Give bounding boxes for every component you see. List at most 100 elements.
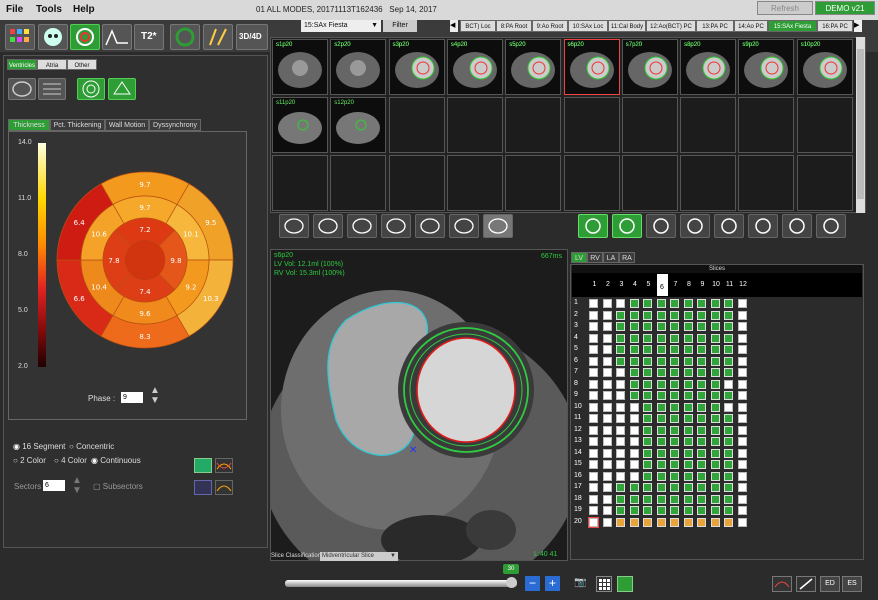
stack-icon[interactable] [38,78,66,100]
slice-phase-cell[interactable] [602,471,612,481]
slice-phase-cell[interactable] [697,391,706,400]
slice-phase-cell[interactable] [656,448,666,458]
thumbnail[interactable]: s2p20 s2p20 [330,39,387,95]
slice-phase-cell[interactable] [589,333,598,343]
slice-phase-cell[interactable] [683,506,693,515]
slice-phase-cell[interactable] [656,483,666,492]
phase-stepper[interactable]: ▲ ▼ [150,386,160,406]
face-icon[interactable] [38,24,68,50]
slice-phase-cell[interactable] [724,402,733,412]
slice-phase-cell[interactable] [724,322,733,331]
series-tab[interactable]: 11:Cal Body [608,20,646,32]
slice-phase-cell[interactable] [616,506,625,515]
radio-concentric[interactable]: ○ Concentric [69,442,114,451]
slice-phase-cell[interactable] [629,460,639,469]
series-tab[interactable]: 14:Ao PC [734,20,768,32]
slice-phase-cell[interactable] [589,322,598,331]
slice-phase-cell[interactable] [629,471,639,481]
zoom-icon[interactable] [714,214,744,238]
slice-phase-cell[interactable] [629,506,639,515]
thumbnail[interactable]: s8p20 s8p20 [680,39,737,95]
slice-phase-cell[interactable] [656,471,666,481]
subtab[interactable]: Atria [37,59,67,70]
slice-phase-cell[interactable] [643,310,652,320]
slice-phase-cell[interactable] [724,437,733,446]
slice-phase-cell[interactable] [710,402,720,412]
slice-phase-cell[interactable] [629,437,639,446]
flip-icon[interactable] [782,214,812,238]
slice-phase-cell[interactable] [683,483,693,492]
slice-phase-cell[interactable] [724,391,733,400]
chamber-tab[interactable]: LV [571,252,587,263]
slice-phase-cell[interactable] [697,437,706,446]
slice-phase-cell[interactable] [602,310,612,320]
slice-phase-cell[interactable] [616,460,625,469]
slice-phase-cell[interactable] [670,437,679,446]
slice-phase-cell[interactable] [670,299,679,308]
radio-2-color[interactable]: ○ 2 Color [13,456,46,465]
bullseye-icon[interactable] [77,78,105,100]
slice-phase-cell[interactable] [697,402,706,412]
slice-phase-cell[interactable] [697,471,706,481]
menu-tools[interactable]: Tools [36,4,62,15]
slice-phase-cell[interactable] [737,483,747,492]
slice-phase-cell[interactable] [737,322,747,331]
slice-phase-cell[interactable] [737,402,747,412]
slice-phase-cell[interactable] [629,391,639,400]
phase-row-label[interactable]: 16 [574,472,582,479]
subtab[interactable]: Ventricles [7,59,37,70]
slice-phase-cell[interactable] [724,333,733,343]
thumbnail[interactable]: s7p20 s7p20 [621,39,678,95]
flow-curve-icon[interactable] [102,24,132,50]
slice-phase-cell[interactable] [629,402,639,412]
slice-phase-cell[interactable] [683,333,693,343]
radio-continuous[interactable]: ◉ Continuous [91,456,141,465]
slice-phase-cell[interactable] [589,448,598,458]
slice-phase-cell[interactable] [629,333,639,343]
phase-row-label[interactable]: 18 [574,495,582,502]
slice-phase-cell[interactable] [629,494,639,504]
series-select[interactable]: 15:SAx Fiesta ▼ [301,20,381,32]
slice-phase-cell[interactable] [602,379,612,389]
undo-icon[interactable] [483,214,513,238]
slice-phase-cell[interactable] [643,471,652,481]
slice-phase-cell[interactable] [683,448,693,458]
grid-view-icon[interactable] [596,576,612,592]
slice-phase-cell[interactable] [724,471,733,481]
slice-phase-cell[interactable] [602,506,612,515]
series-tab[interactable]: 12:Ao(BCT) PC [646,20,696,32]
zoom-out-button[interactable]: − [525,576,540,591]
slice-phase-cell[interactable] [616,322,625,331]
slice-column-label[interactable]: 8 [684,280,695,290]
lv-contour-icon[interactable] [313,214,343,238]
slice-phase-cell[interactable] [602,368,612,377]
slice-phase-cell[interactable] [737,391,747,400]
slice-phase-cell[interactable] [683,322,693,331]
slice-phase-cell[interactable] [670,310,679,320]
slice-phase-cell[interactable] [683,310,693,320]
graph-tab[interactable]: Dyssynchrony [149,119,201,131]
phase-row-label[interactable]: 2 [574,311,578,318]
rv-contour-icon[interactable] [347,214,377,238]
slice-phase-cell[interactable] [616,391,625,400]
slice-phase-cell[interactable] [737,356,747,366]
slice-phase-cell[interactable] [697,460,706,469]
series-tab[interactable]: 16:PA PC [817,20,853,32]
slice-phase-cell[interactable] [656,437,666,446]
thumbnail[interactable]: s12p20 [330,97,387,153]
slice-phase-cell[interactable] [602,391,612,400]
slice-phase-cell[interactable] [710,506,720,515]
slice-phase-cell[interactable] [724,425,733,435]
slice-column-label[interactable]: 12 [738,280,749,290]
slice-phase-cell[interactable] [724,356,733,366]
subtab[interactable]: Other [67,59,97,70]
slice-phase-cell[interactable] [656,368,666,377]
slice-phase-cell[interactable] [616,483,625,492]
slice-phase-cell[interactable] [643,414,652,423]
thumbnail[interactable]: s4p20 s4p20 [446,39,503,95]
mode-3d4d-button[interactable]: 3D/4D [236,24,268,50]
slice-phase-cell[interactable] [643,402,652,412]
slice-phase-cell[interactable] [670,460,679,469]
slice-phase-cell[interactable] [697,483,706,492]
slice-phase-cell[interactable] [656,356,666,366]
